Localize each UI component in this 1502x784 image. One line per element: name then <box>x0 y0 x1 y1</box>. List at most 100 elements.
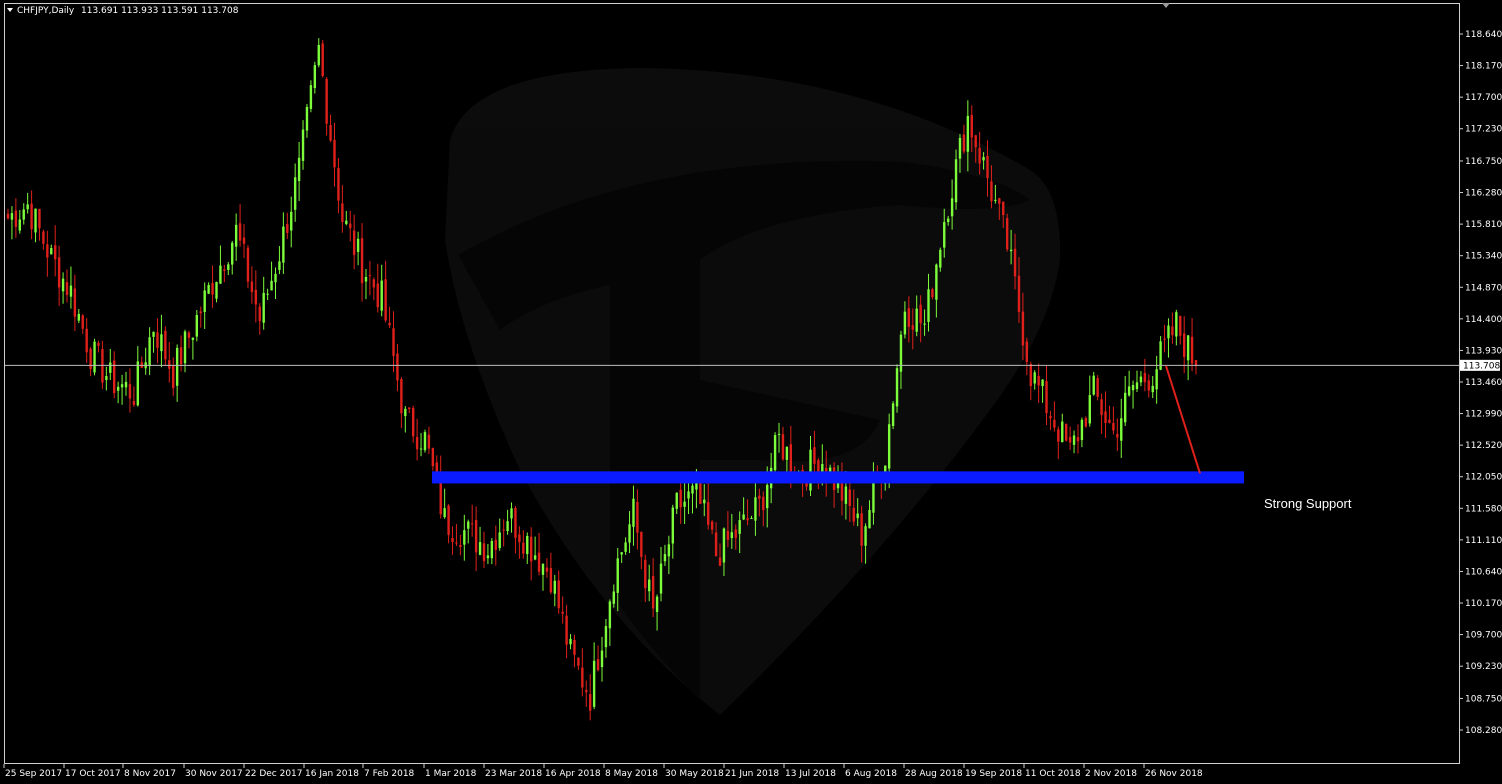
candle-body <box>978 147 981 164</box>
candle-body <box>644 559 647 589</box>
y-tick-label: 109.230 <box>1465 662 1502 672</box>
candle-body <box>935 264 938 300</box>
candle-body <box>750 517 753 519</box>
candle-body <box>636 501 639 533</box>
y-tick-label: 115.810 <box>1465 220 1502 230</box>
candle-body <box>541 563 545 575</box>
candle-body <box>844 486 848 504</box>
x-tick-label: 23 Mar 2018 <box>485 769 542 779</box>
candle-body <box>69 285 73 297</box>
candle-body <box>990 181 993 202</box>
candle-body <box>478 542 482 555</box>
candle-body <box>781 434 785 460</box>
candle-body <box>986 155 989 179</box>
candle-body <box>164 330 167 360</box>
candle-body <box>931 289 934 298</box>
y-tick-label: 115.340 <box>1465 252 1502 262</box>
candle-body <box>557 580 560 609</box>
candle-body <box>109 362 112 373</box>
candle-body <box>364 277 368 282</box>
candle-body <box>915 308 918 332</box>
candle-body <box>6 213 10 219</box>
y-tick-label: 112.050 <box>1465 473 1502 483</box>
candle-body <box>77 313 81 321</box>
candle-body <box>640 531 643 557</box>
candle-body <box>714 532 718 557</box>
candle-body <box>136 361 140 406</box>
candle-body <box>667 544 671 557</box>
candle-body <box>321 43 324 77</box>
candle-body <box>1096 378 1099 397</box>
candle-body <box>687 491 690 499</box>
y-tick-label: 110.640 <box>1465 567 1502 577</box>
candle-body <box>585 690 588 693</box>
candle-body <box>718 557 722 566</box>
candle-body <box>1037 375 1040 386</box>
current-price-label: 113.708 <box>1463 361 1500 371</box>
candle-body <box>683 501 686 507</box>
candle-body <box>1120 418 1123 441</box>
candle-body <box>1163 338 1166 340</box>
x-tick-label: 21 Jun 2018 <box>725 769 779 779</box>
candle-body <box>345 220 348 225</box>
candle-body <box>911 325 914 330</box>
candle-body <box>616 558 619 593</box>
y-tick-label: 110.170 <box>1465 599 1502 609</box>
candle-body <box>946 218 950 223</box>
candle-body <box>1147 380 1150 391</box>
candle-body <box>50 247 53 255</box>
candle-body <box>278 261 281 270</box>
candle-body <box>1143 373 1147 383</box>
candle-body <box>675 492 678 509</box>
candle-body <box>1041 379 1044 387</box>
x-tick-label: 22 Dec 2017 <box>245 769 303 779</box>
candle-body <box>384 279 387 321</box>
candle-body <box>895 368 899 407</box>
y-tick-label: 118.640 <box>1465 30 1502 40</box>
candle-body <box>305 106 309 131</box>
candle-body <box>943 222 946 248</box>
candle-body <box>97 342 100 346</box>
candle-body <box>565 615 568 645</box>
chart-canvas: 118.640 118.170 117.700 117.230 116.750 116.2… <box>0 0 1502 784</box>
candle-body <box>447 505 450 535</box>
candle-body <box>648 579 651 592</box>
candle-body <box>1080 419 1084 441</box>
y-tick-label: 116.280 <box>1465 189 1502 199</box>
candle-body <box>238 223 242 241</box>
candle-body <box>864 526 867 546</box>
candle-body <box>57 257 61 288</box>
candle-body <box>215 282 218 299</box>
candle-body <box>1061 421 1064 443</box>
x-tick-label: 8 May 2018 <box>605 769 658 779</box>
candle-body <box>105 375 108 381</box>
candle-body <box>899 334 903 372</box>
candle-body <box>148 337 151 367</box>
candle-body <box>789 444 793 473</box>
x-tick-label: 26 Nov 2018 <box>1145 769 1203 779</box>
y-tick-label: 114.400 <box>1465 315 1502 325</box>
x-tick-label: 30 May 2018 <box>665 769 724 779</box>
candle-body <box>282 226 285 263</box>
candle-body <box>258 306 261 322</box>
candle-body <box>970 114 973 138</box>
candle-body <box>1167 325 1170 339</box>
candle-body <box>242 237 246 244</box>
candle-body <box>1123 392 1127 423</box>
candle-body <box>337 168 340 201</box>
candle-body <box>26 204 29 210</box>
candle-body <box>498 532 501 549</box>
candle-body <box>632 498 635 527</box>
candle-body <box>250 281 254 293</box>
candle-body <box>1092 375 1095 395</box>
candle-body <box>396 353 399 381</box>
candle-body <box>333 139 336 168</box>
candle-body <box>388 322 391 326</box>
y-tick-label: 118.170 <box>1465 62 1502 72</box>
candle-body <box>545 567 549 572</box>
candle-body <box>329 125 332 141</box>
candle-body <box>286 224 289 234</box>
candle-body <box>1076 437 1080 442</box>
candle-body <box>1104 411 1107 424</box>
candle-body <box>89 348 92 370</box>
